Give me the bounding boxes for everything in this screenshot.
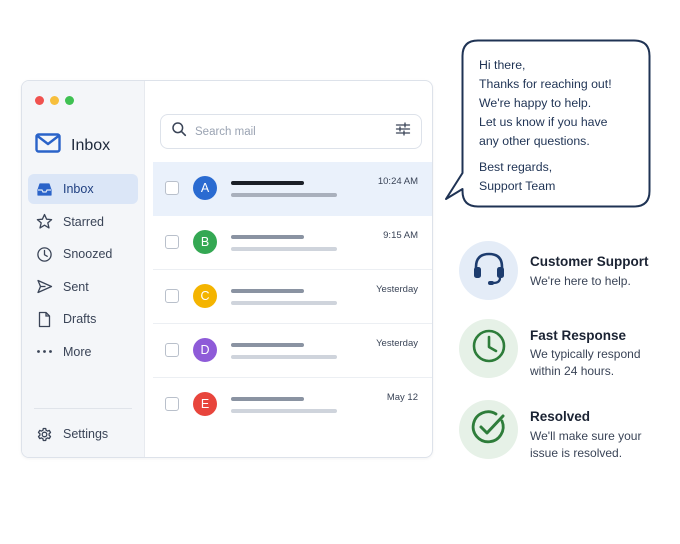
- sidebar-item-settings[interactable]: Settings: [28, 419, 138, 449]
- email-subject-placeholder: [231, 193, 337, 197]
- sidebar-item-label: More: [63, 344, 92, 359]
- minimize-window-button[interactable]: [50, 96, 59, 105]
- sidebar-item-label: Snoozed: [63, 247, 113, 262]
- window-controls: [35, 96, 74, 105]
- star-icon: [36, 213, 53, 230]
- checkmark-circle-icon: [469, 407, 509, 452]
- sidebar-item-label: Drafts: [63, 312, 97, 327]
- bubble-signoff-line: Support Team: [479, 179, 556, 193]
- feature-description: We'll make sure your: [530, 429, 642, 443]
- filter-sliders-icon[interactable]: [395, 121, 411, 142]
- close-window-button[interactable]: [35, 96, 44, 105]
- feature-title: Fast Response: [530, 328, 627, 343]
- app-title: Inbox: [71, 136, 111, 154]
- email-row[interactable]: A 10:24 AM: [153, 162, 432, 216]
- sender-avatar: C: [193, 284, 217, 308]
- sidebar-item-label: Sent: [63, 279, 89, 294]
- email-time: 10:24 AM: [377, 176, 418, 187]
- email-sender-placeholder: [231, 343, 304, 347]
- sidebar: Inbox Inbox Starred Snoozed Sent Drafts …: [22, 81, 145, 457]
- feature-customer-support: Customer Support We're here to help.: [459, 241, 669, 301]
- email-checkbox[interactable]: [165, 289, 179, 303]
- bubble-line: any other questions.: [479, 134, 590, 148]
- email-time: Yesterday: [376, 284, 418, 295]
- app-brand: Inbox: [35, 133, 110, 158]
- feature-icon-circle: [459, 400, 518, 459]
- mail-envelope-icon: [35, 133, 61, 158]
- sidebar-item-label: Starred: [63, 214, 104, 229]
- email-list: A 10:24 AM B 9:15 AM C Yesterday D Yeste…: [153, 162, 432, 432]
- email-time: May 12: [386, 392, 418, 403]
- mail-main-pane: A 10:24 AM B 9:15 AM C Yesterday: [145, 81, 432, 457]
- more-dots-icon: [36, 343, 53, 360]
- email-subject-placeholder: [231, 409, 337, 413]
- support-message-bubble: Hi there, Thanks for reaching out! We're…: [444, 39, 652, 211]
- feature-title: Customer Support: [530, 254, 649, 269]
- document-icon: [36, 311, 53, 328]
- email-checkbox[interactable]: [165, 343, 179, 357]
- sidebar-settings: Settings: [28, 419, 138, 452]
- feature-description: We typically respond: [530, 347, 641, 361]
- bubble-signoff-line: Best regards,: [479, 160, 553, 174]
- sender-avatar: D: [193, 338, 217, 362]
- sidebar-nav: Inbox Starred Snoozed Sent Drafts More: [28, 174, 138, 370]
- clock-icon: [470, 327, 508, 370]
- gear-icon: [36, 426, 53, 443]
- search-bar: [160, 114, 422, 149]
- email-checkbox[interactable]: [165, 181, 179, 195]
- email-time: 9:15 AM: [383, 230, 418, 241]
- feature-description: We're here to help.: [530, 274, 631, 288]
- email-subject-placeholder: [231, 355, 337, 359]
- maximize-window-button[interactable]: [65, 96, 74, 105]
- feature-resolved: Resolved We'll make sure your issue is r…: [459, 400, 669, 460]
- feature-icon-circle: [459, 241, 518, 300]
- email-row[interactable]: C Yesterday: [153, 270, 432, 324]
- feature-icon-circle: [459, 319, 518, 378]
- bubble-message: Hi there, Thanks for reaching out! We're…: [479, 56, 612, 196]
- email-row[interactable]: B 9:15 AM: [153, 216, 432, 270]
- feature-fast-response: Fast Response We typically respond withi…: [459, 319, 669, 379]
- send-icon: [36, 278, 53, 295]
- sidebar-item-label: Inbox: [63, 182, 94, 196]
- sidebar-item-snoozed[interactable]: Snoozed: [28, 239, 138, 269]
- sidebar-item-more[interactable]: More: [28, 337, 138, 367]
- bubble-line: We're happy to help.: [479, 96, 592, 110]
- email-sender-placeholder: [231, 289, 304, 293]
- headset-icon: [469, 248, 509, 293]
- feature-description: issue is resolved.: [530, 446, 623, 460]
- email-row[interactable]: E May 12: [153, 378, 432, 432]
- sidebar-item-sent[interactable]: Sent: [28, 272, 138, 302]
- settings-label: Settings: [63, 427, 109, 441]
- feature-title: Resolved: [530, 409, 591, 424]
- email-sender-placeholder: [231, 397, 304, 401]
- sender-avatar: E: [193, 392, 217, 416]
- search-icon: [171, 121, 187, 142]
- email-sender-placeholder: [231, 235, 304, 239]
- bubble-line: Thanks for reaching out!: [479, 77, 612, 91]
- sidebar-item-drafts[interactable]: Drafts: [28, 304, 138, 334]
- search-input[interactable]: [195, 125, 387, 138]
- email-subject-placeholder: [231, 301, 337, 305]
- email-sender-placeholder: [231, 181, 304, 185]
- sidebar-item-inbox[interactable]: Inbox: [28, 174, 138, 204]
- email-checkbox[interactable]: [165, 397, 179, 411]
- bubble-line: Hi there,: [479, 58, 526, 72]
- sidebar-divider: [34, 408, 132, 409]
- feature-description: within 24 hours.: [530, 364, 615, 378]
- email-checkbox[interactable]: [165, 235, 179, 249]
- mail-window: Inbox Inbox Starred Snoozed Sent Drafts …: [21, 80, 433, 458]
- email-time: Yesterday: [376, 338, 418, 349]
- email-subject-placeholder: [231, 247, 337, 251]
- clock-icon: [36, 246, 53, 263]
- bubble-line: Let us know if you have: [479, 115, 608, 129]
- inbox-icon: [36, 181, 53, 198]
- sidebar-item-starred[interactable]: Starred: [28, 207, 138, 237]
- sender-avatar: A: [193, 176, 217, 200]
- email-row[interactable]: D Yesterday: [153, 324, 432, 378]
- sender-avatar: B: [193, 230, 217, 254]
